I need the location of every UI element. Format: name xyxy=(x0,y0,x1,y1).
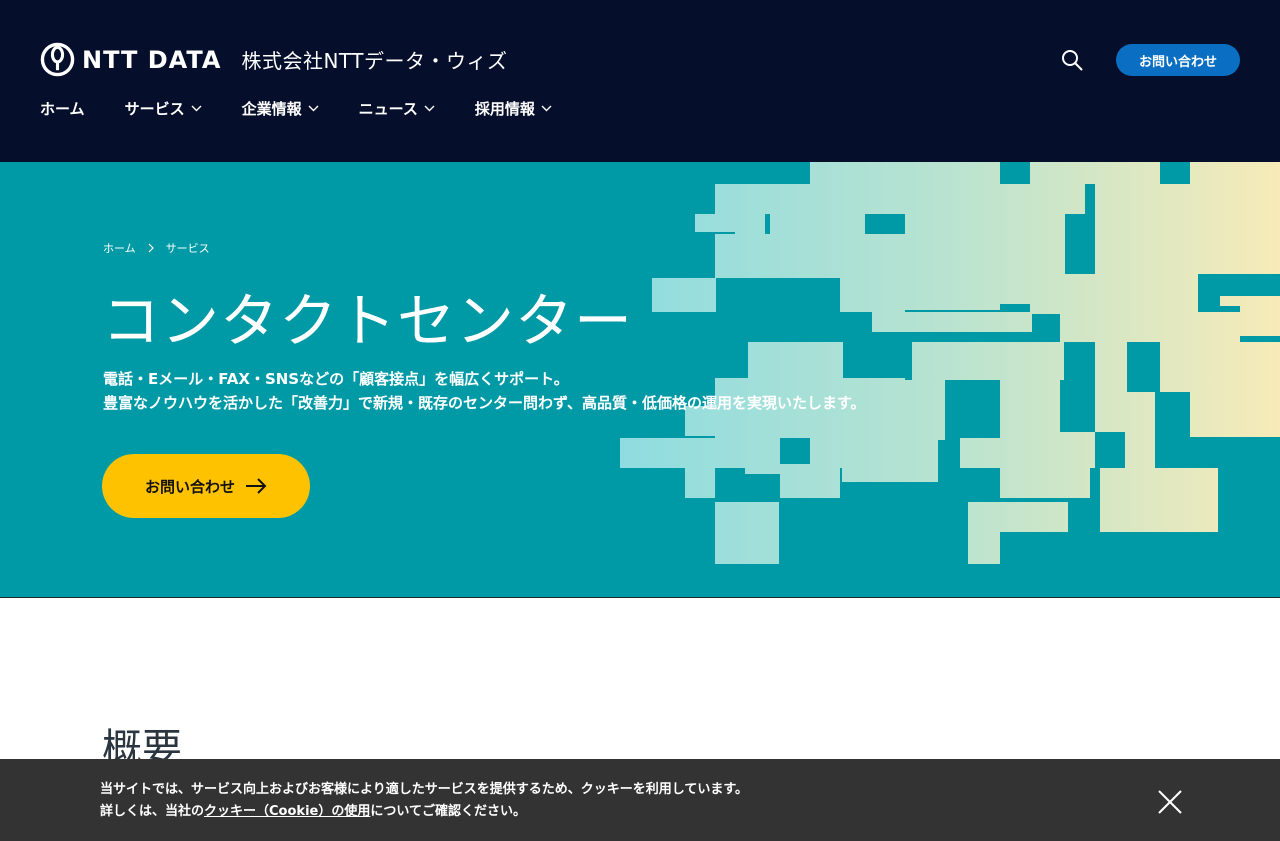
hero-contact-button[interactable]: お問い合わせ xyxy=(102,454,310,518)
breadcrumb: ホーム サービス xyxy=(103,240,210,256)
nav-item-services[interactable]: サービス xyxy=(125,96,202,120)
search-icon xyxy=(1062,50,1083,71)
logo-wordmark: NTT DATA xyxy=(82,45,222,74)
chevron-down-icon xyxy=(191,105,202,111)
nav-item-label: ホーム xyxy=(40,99,85,118)
header-contact-button[interactable]: お問い合わせ xyxy=(1116,44,1240,76)
nav-item-company[interactable]: 企業情報 xyxy=(242,96,319,120)
ntt-data-logo[interactable]: NTT DATA 株式会社NTTデータ・ウィズ xyxy=(40,42,508,77)
breadcrumb-current: サービス xyxy=(165,242,210,255)
chevron-down-icon xyxy=(424,105,435,111)
cookie-line2-prefix: 詳しくは、当社の xyxy=(100,804,205,819)
chevron-down-icon xyxy=(308,105,319,111)
hero-section: ホーム サービス コンタクトセンター 電話・Eメール・FAX・SNSなどの「顧客… xyxy=(0,162,1280,598)
nav-item-label: 採用情報 xyxy=(474,99,535,118)
cookie-line1: 当サイトでは、サービス向上およびお客様により適したサービスを提供するため、クッキ… xyxy=(100,782,749,797)
nav-item-label: 企業情報 xyxy=(241,99,302,118)
global-nav: ホーム サービス 企業情報 ニュース 採用情報 xyxy=(40,96,592,120)
nav-item-label: ニュース xyxy=(358,99,418,118)
nav-item-home[interactable]: ホーム xyxy=(40,96,85,120)
hero-description: 電話・Eメール・FAX・SNSなどの「顧客接点」を幅広くサポート。 豊富なノウハ… xyxy=(103,367,865,415)
breadcrumb-home-link[interactable]: ホーム xyxy=(103,240,136,256)
cookie-line2-suffix: についてご確認ください。 xyxy=(370,804,526,819)
hero-description-line2: 豊富なノウハウを活かした「改善力」で新規・既存のセンター問わず、高品質・低価格の… xyxy=(103,394,866,412)
nav-item-news[interactable]: ニュース xyxy=(359,96,435,120)
search-button[interactable] xyxy=(1058,46,1086,74)
cookie-banner: 当サイトでは、サービス向上およびお客様により適したサービスを提供するため、クッキ… xyxy=(0,759,1280,841)
page-title: コンタクトセンター xyxy=(102,287,634,355)
chevron-down-icon xyxy=(541,105,552,111)
cookie-line2: 詳しくは、当社のクッキー（Cookie）の使用についてご確認ください。 xyxy=(100,801,748,823)
company-name: 株式会社NTTデータ・ウィズ xyxy=(241,49,508,73)
hero-description-line1: 電話・Eメール・FAX・SNSなどの「顧客接点」を幅広くサポート。 xyxy=(103,370,569,388)
site-header: NTT DATA 株式会社NTTデータ・ウィズ お問い合わせ ホーム サービス … xyxy=(0,0,1280,162)
cookie-message: 当サイトでは、サービス向上およびお客様により適したサービスを提供するため、クッキ… xyxy=(100,779,748,823)
nav-item-label: サービス xyxy=(124,99,185,118)
nav-item-recruit[interactable]: 採用情報 xyxy=(475,96,552,120)
close-icon[interactable] xyxy=(1156,788,1184,816)
hero-contact-label: お問い合わせ xyxy=(144,477,235,496)
arrow-right-icon xyxy=(246,478,267,494)
ntt-data-mark-icon xyxy=(40,42,75,77)
cookie-policy-link[interactable]: クッキー（Cookie）の使用 xyxy=(204,804,370,819)
chevron-right-icon xyxy=(148,243,154,253)
